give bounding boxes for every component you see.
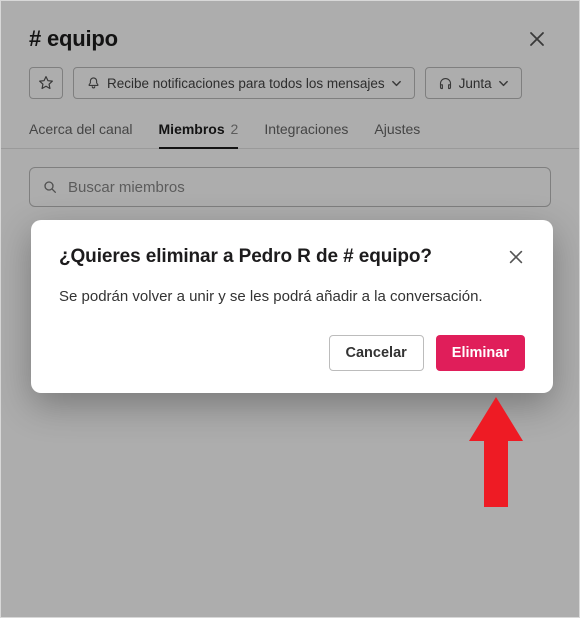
modal-title: ¿Quieres eliminar a Pedro R de # equipo? <box>59 246 432 268</box>
remove-member-modal: ¿Quieres eliminar a Pedro R de # equipo?… <box>31 220 553 393</box>
modal-close-button[interactable] <box>507 248 525 266</box>
modal-header: ¿Quieres eliminar a Pedro R de # equipo? <box>59 246 525 268</box>
modal-actions: Cancelar Eliminar <box>59 335 525 371</box>
cancel-button[interactable]: Cancelar <box>329 335 424 371</box>
modal-body: Se podrán volver a unir y se les podrá a… <box>59 286 525 307</box>
channel-details-panel: # equipo Recibe notificaciones para todo… <box>0 0 580 618</box>
confirm-remove-button[interactable]: Eliminar <box>436 335 525 371</box>
close-icon <box>507 248 525 266</box>
